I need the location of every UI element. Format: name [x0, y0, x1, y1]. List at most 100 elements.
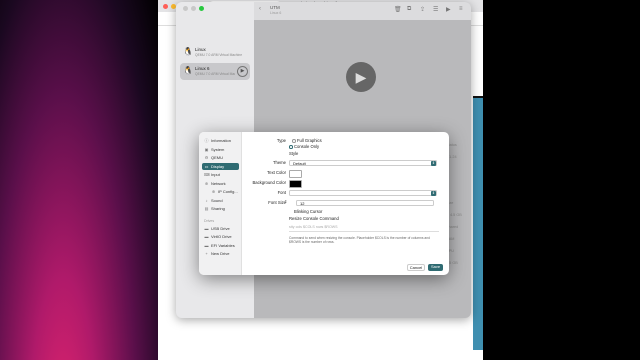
sidebar-item-sharing[interactable]: ▤ Sharing — [202, 205, 239, 212]
save-button[interactable]: Save — [428, 264, 443, 271]
play-icon[interactable]: ▶ — [237, 66, 248, 77]
type-option-full-graphics[interactable]: Full Graphics — [292, 138, 322, 143]
cancel-button[interactable]: Cancel — [407, 264, 425, 271]
theme-select[interactable]: Default ⇕ — [289, 159, 437, 166]
radio-label: Console Only — [294, 144, 320, 149]
vm-item-linux-6[interactable]: 🐧 Linux 6 QEMU 7.0 ARM Virtual Machine ▶ — [180, 63, 250, 80]
desktop-background-right — [483, 0, 640, 360]
chip-icon: ▣ — [204, 146, 209, 152]
sidebar-item-label: Network — [211, 180, 226, 186]
background-color-label: Background Color — [252, 180, 286, 185]
desktop-wallpaper — [0, 0, 158, 360]
type-label: Type — [276, 138, 286, 143]
style-heading: Style — [289, 151, 299, 156]
theme-label: Theme — [272, 160, 286, 165]
page-side-panel — [473, 98, 483, 350]
drive-icon: ▬ — [204, 234, 209, 239]
sidebar-item-label: Sound — [211, 197, 223, 203]
font-select[interactable]: ⇕ — [289, 189, 437, 196]
share-icon[interactable]: ⇪ — [420, 6, 425, 13]
utm-title: UTM — [270, 5, 280, 10]
sidebar-item-input[interactable]: ⌨ Input — [202, 171, 239, 178]
sidebar-item-sound[interactable]: ♪ Sound — [202, 197, 239, 204]
sidebar-item-qemu[interactable]: ⚙ QEMU — [202, 154, 239, 161]
radio-icon — [292, 139, 296, 143]
sidebar-item-ip-config[interactable]: ⊕ IP Config... — [209, 188, 239, 195]
close-window-button[interactable] — [183, 6, 188, 11]
utm-window-controls — [183, 6, 204, 11]
resize-console-heading: Resize Console Command — [289, 216, 339, 221]
blinking-cursor-toggle[interactable]: Blinking Cursor — [294, 209, 322, 214]
font-size-value: 12 — [300, 200, 305, 206]
gear-icon: ⚙ — [204, 155, 209, 160]
sidebar-item-label: Display — [211, 163, 225, 169]
font-size-stepper[interactable]: ⇕ — [284, 199, 287, 204]
drive-icon: ▬ — [204, 242, 209, 248]
vm-item-linux[interactable]: 🐧 Linux QEMU 7.0 ARM Virtual Machine — [180, 44, 250, 61]
trash-icon[interactable]: 🗑 — [394, 6, 402, 13]
background-color-swatch[interactable] — [289, 179, 302, 188]
chevron-updown-icon: ⇕ — [431, 160, 436, 166]
plus-icon: + — [205, 251, 208, 256]
settings-sidebar: ⓘ Information ▣ System ⚙ QEMU ▭ Display ⌨ Inp… — [199, 132, 242, 275]
size-value: 4.5 GB — [450, 213, 462, 217]
run-icon[interactable]: ▶ — [446, 6, 451, 13]
minimize-window-button[interactable] — [191, 6, 196, 11]
sidebar-item-display[interactable]: ▭ Display — [202, 162, 239, 170]
sidebar-item-system[interactable]: ▣ System — [202, 146, 239, 153]
clone-icon[interactable]: ⧉ — [407, 6, 411, 13]
sidebar-item-label: VirtIO Drive — [211, 234, 232, 239]
sidebar-item-label: QEMU — [211, 155, 223, 160]
sidebar-item-label: Input — [211, 172, 220, 177]
start-vm-icon[interactable]: ▶ — [346, 62, 376, 92]
sidebar-item-label: IP Config... — [218, 189, 238, 194]
text-color-swatch[interactable] — [289, 169, 302, 178]
vm-name: Linux — [195, 47, 206, 52]
theme-value: Default — [293, 160, 306, 166]
network-icon: ⊕ — [204, 180, 209, 186]
sidebar-item-new-drive[interactable]: + New Drive — [202, 250, 239, 257]
sidebar-item-efi-variables[interactable]: ▬ EFI Variables — [202, 242, 239, 249]
font-size-field[interactable]: 12 — [296, 199, 434, 206]
display-icon: ▭ — [204, 163, 209, 169]
chevron-updown-icon: ⇕ — [431, 190, 436, 196]
folder-icon: ▤ — [204, 206, 209, 211]
radio-label: Full Graphics — [297, 138, 322, 143]
text-color-label: Text Color — [267, 170, 286, 175]
sidebar-item-label: Information — [211, 138, 232, 143]
vm-name: Linux 6 — [195, 66, 210, 71]
radio-selected-icon — [289, 145, 293, 149]
drives-header: Drives — [204, 219, 215, 223]
resize-help-text: Command to send when resizing the consol… — [289, 236, 430, 245]
sidebar-item-label: New Drive — [211, 251, 230, 256]
sidebar-item-network[interactable]: ⊕ Network — [202, 180, 239, 187]
font-label: Font — [277, 190, 286, 195]
sidebar-item-virtio-drive[interactable]: ▬ VirtIO Drive — [202, 233, 239, 240]
type-option-console-only[interactable]: Console Only — [289, 144, 319, 149]
blinking-cursor-label: Blinking Cursor — [294, 209, 323, 214]
settings-sliders-icon[interactable]: ☰ — [433, 6, 438, 13]
sidebar-item-label: System — [211, 146, 225, 152]
keyboard-icon: ⌨ — [204, 172, 210, 177]
font-size-label: Font Size — [268, 200, 286, 205]
sidebar-item-information[interactable]: ⓘ Information — [202, 137, 239, 144]
linux-penguin-icon: 🐧 — [183, 47, 193, 56]
sidebar-item-label: EFI Variables — [211, 242, 235, 248]
sidebar-item-label: Sharing — [211, 206, 225, 211]
resize-command-placeholder: stty cols $COLS rows $ROWS — [289, 225, 338, 229]
resize-command-input[interactable]: stty cols $COLS rows $ROWS — [289, 223, 439, 232]
speaker-icon: ♪ — [205, 197, 208, 203]
vm-desc: QEMU 7.0 ARM Virtual Machine — [195, 72, 235, 76]
utm-header: ‹ UTM Linux 6 🗑 ⧉ ⇪ ☰ ▶ ≡ — [254, 2, 471, 20]
close-window-button[interactable] — [163, 4, 168, 9]
sidebar-item-usb-drive[interactable]: ▬ USB Drive — [202, 225, 239, 232]
info-icon: ⓘ — [204, 137, 209, 143]
vm-desc: QEMU 7.0 ARM Virtual Machine — [195, 53, 243, 57]
utm-subtitle: Linux 6 — [270, 11, 282, 15]
chevron-left-icon[interactable]: ‹ — [259, 6, 261, 12]
network-icon: ⊕ — [211, 189, 216, 194]
zoom-window-button[interactable] — [199, 6, 204, 11]
edit-icon[interactable]: ≡ — [459, 6, 463, 12]
drive-icon: ▬ — [204, 225, 209, 231]
linux-penguin-icon: 🐧 — [183, 66, 193, 75]
